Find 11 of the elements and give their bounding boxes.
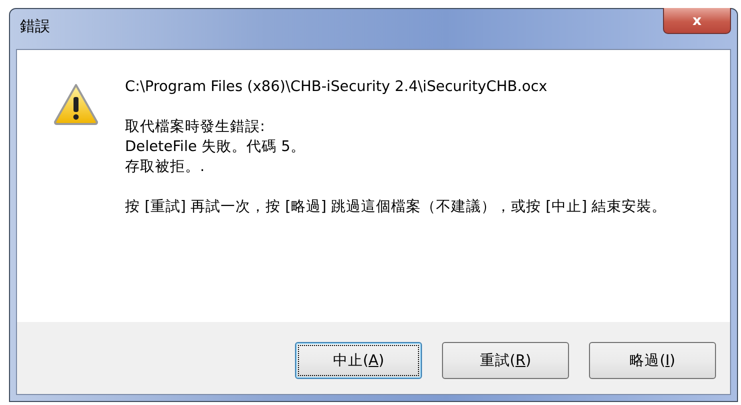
file-path: C:\Program Files (x86)\CHB-iSecurity 2.4\iSecurityCHB.ocx xyxy=(125,78,548,97)
dialog-button[interactable]: 略過(I) xyxy=(589,342,716,379)
close-button[interactable]: x xyxy=(663,8,731,34)
error-message: DeleteFile 失敗。代碼 5。 xyxy=(125,138,306,157)
dialog-button[interactable]: 中止(A) xyxy=(295,342,422,379)
instruction-text: 按 [重試] 再試一次，按 [略過] 跳過這個檔案（不建議），或按 [中止] 結束安裝。 xyxy=(125,198,668,217)
error-message: 取代檔案時發生錯誤: xyxy=(125,118,266,137)
error-message: 存取被拒。. xyxy=(125,158,206,177)
warning-icon xyxy=(53,83,99,125)
dialog-button[interactable]: 重試(R) xyxy=(442,342,569,379)
window-title: 錯誤 xyxy=(20,17,50,36)
